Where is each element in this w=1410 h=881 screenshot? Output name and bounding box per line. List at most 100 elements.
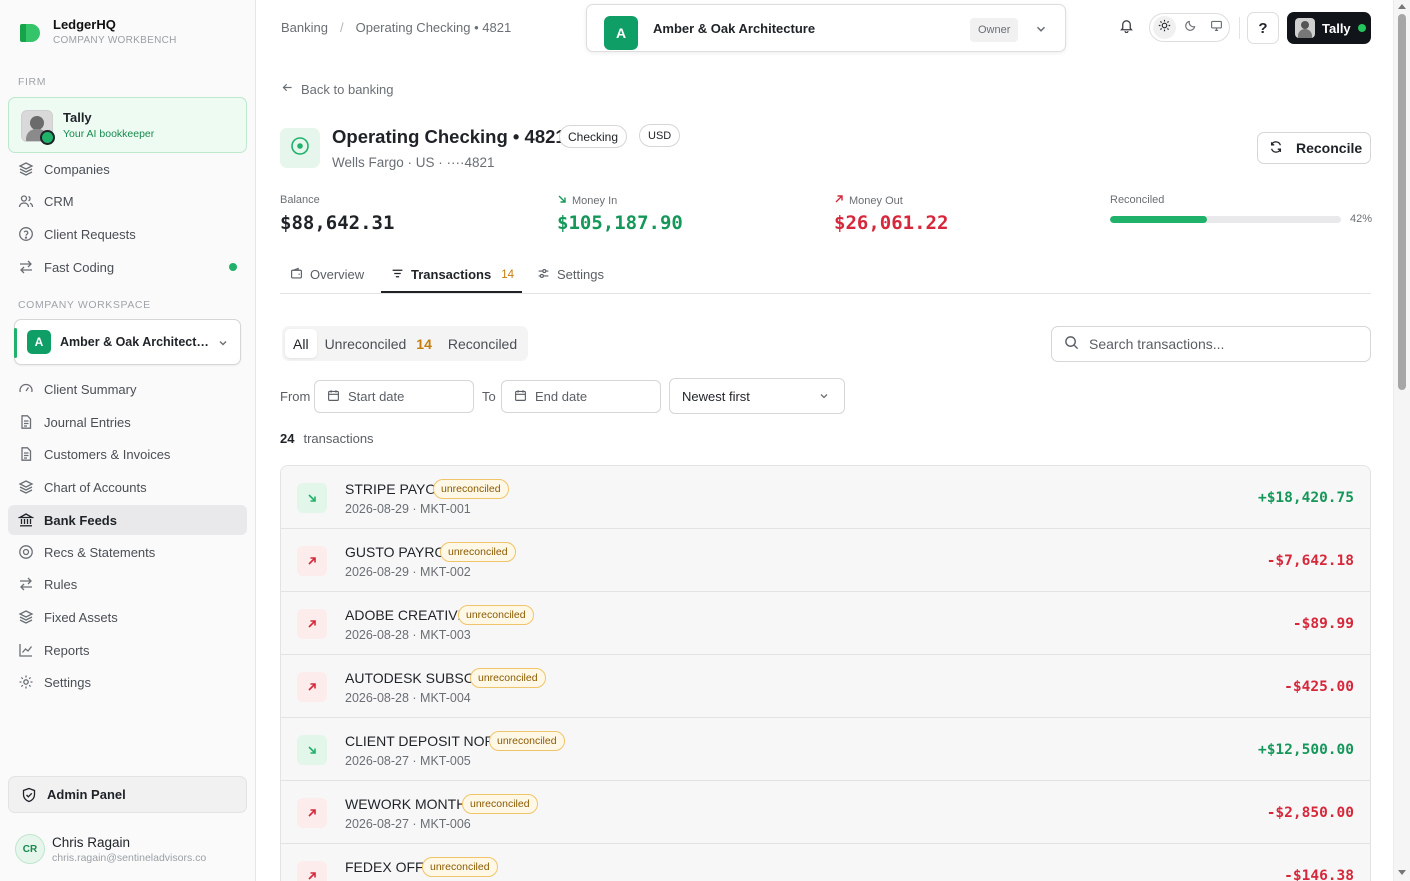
- help-button[interactable]: ?: [1247, 12, 1279, 44]
- sidebar-item-bank-feeds[interactable]: Bank Feeds: [8, 505, 247, 535]
- company-switcher[interactable]: A Amber & Oak Architecture Owner: [586, 4, 1066, 52]
- transaction-meta: 2026-08-28 · MKT-004: [345, 691, 471, 705]
- sort-select[interactable]: Newest first: [669, 378, 845, 414]
- reconciled-progress-fill: [1110, 216, 1208, 223]
- sort-value: Newest first: [682, 388, 750, 404]
- page-title: Operating Checking • 4821: [332, 126, 566, 147]
- arrow-up-right-icon: [297, 546, 327, 576]
- table-row[interactable]: FEDEX OFFICE 1842unreconciled2026-08-26 …: [281, 844, 1370, 881]
- page-scrollbar[interactable]: [1393, 0, 1410, 881]
- reconciled-label: Reconciled: [1110, 194, 1165, 206]
- table-row[interactable]: CLIENT DEPOSIT NORTHSTAR unreconciled 2026…: [281, 718, 1370, 781]
- sidebar-item-client-requests[interactable]: Client Requests: [8, 219, 247, 249]
- back-to-banking-link[interactable]: Back to banking: [281, 81, 394, 97]
- table-row[interactable]: GUSTO PAYROLL 0829 unreconciled 2026-08-29…: [281, 529, 1370, 592]
- breadcrumb-banking[interactable]: Banking: [281, 20, 328, 35]
- sidebar-item-label: Companies: [44, 161, 110, 177]
- table-row[interactable]: STRIPE PAYOUT 0829 unreconciled 2026-08-29…: [281, 466, 1370, 529]
- arrow-up-right-icon: [297, 609, 327, 639]
- sidebar-item-label: Settings: [44, 674, 91, 690]
- sidebar: LedgerHQ COMPANY WORKBENCH FIRM Tally Yo…: [0, 0, 256, 881]
- table-row[interactable]: WEWORK MONTHLY RENT unreconciled 2026-08-2…: [281, 781, 1370, 844]
- status-dot: [229, 263, 237, 271]
- end-date-field[interactable]: End date: [501, 380, 661, 413]
- notifications-button[interactable]: [1113, 15, 1139, 41]
- ledgerhq-logo-icon: [20, 24, 40, 42]
- chevron-down-icon: [818, 390, 830, 405]
- dark-theme-button[interactable]: [1179, 16, 1202, 39]
- sidebar-item-label: Rules: [44, 576, 78, 592]
- account-tabs: Overview Transactions 14 Settings: [280, 256, 1371, 294]
- layers-icon: [18, 609, 34, 625]
- filter-icon: [391, 267, 404, 283]
- tally-avatar: [1295, 18, 1315, 38]
- tab-label: Overview: [310, 267, 365, 282]
- app-subtitle: COMPANY WORKBENCH: [53, 35, 177, 46]
- transaction-amount: -$89.99: [1292, 616, 1354, 632]
- arrows-swap-icon: [18, 259, 34, 275]
- bell-icon: [1119, 18, 1134, 38]
- light-theme-button[interactable]: [1153, 16, 1176, 39]
- tally-assistant-card[interactable]: Tally Your AI bookkeeper: [8, 97, 247, 153]
- sidebar-item-settings[interactable]: Settings: [8, 667, 247, 697]
- transaction-amount: -$7,642.18: [1266, 553, 1354, 569]
- sidebar-item-rules[interactable]: Rules: [8, 569, 247, 599]
- sidebar-item-fast-coding[interactable]: Fast Coding: [8, 252, 247, 282]
- transaction-amount: +$12,500.00: [1257, 742, 1354, 758]
- sidebar-item-companies[interactable]: Companies: [8, 154, 247, 184]
- tally-name: Tally: [63, 110, 92, 125]
- sidebar-item-crm[interactable]: CRM: [8, 186, 247, 216]
- reconcile-button[interactable]: Reconcile: [1257, 132, 1371, 164]
- sidebar-item-fixed-assets[interactable]: Fixed Assets: [8, 602, 247, 632]
- account-icon: [280, 128, 320, 168]
- chart-line-icon: [18, 642, 34, 658]
- admin-panel-button[interactable]: Admin Panel: [8, 776, 247, 813]
- filter-reconciled[interactable]: Reconciled: [440, 329, 525, 358]
- search-input[interactable]: [1089, 336, 1349, 352]
- tally-assistant-button[interactable]: Tally: [1287, 12, 1371, 44]
- back-link-label: Back to banking: [301, 81, 394, 97]
- scroll-up-arrow[interactable]: [1398, 4, 1406, 9]
- status-badge: unreconciled: [489, 731, 565, 751]
- document-icon: [18, 446, 34, 462]
- breadcrumb-separator: /: [339, 20, 344, 35]
- system-theme-button[interactable]: [1205, 16, 1228, 39]
- sidebar-item-chart-of-accounts[interactable]: Chart of Accounts: [8, 472, 247, 502]
- layers-icon: [18, 161, 34, 177]
- filter-unreconciled-label: Unreconciled: [324, 335, 407, 352]
- workspace-section-label: COMPANY WORKSPACE: [18, 299, 151, 311]
- sidebar-item-journal-entries[interactable]: Journal Entries: [8, 407, 247, 437]
- brand[interactable]: LedgerHQ COMPANY WORKBENCH: [20, 17, 177, 48]
- scroll-down-arrow[interactable]: [1398, 870, 1406, 875]
- app-name: LedgerHQ: [53, 17, 116, 32]
- table-row[interactable]: AUTODESK SUBSCRIPTION unreconciled 2026-08…: [281, 655, 1370, 718]
- company-workspace-select[interactable]: A Amber & Oak Architectu...: [14, 319, 241, 365]
- from-label: From: [280, 389, 311, 404]
- sidebar-item-reports[interactable]: Reports: [8, 635, 247, 665]
- scrollbar-thumb[interactable]: [1398, 14, 1406, 390]
- tab-overview[interactable]: Overview: [290, 256, 364, 293]
- table-row[interactable]: ADOBE CREATIVE CLOUD unreconciled 2026-08-…: [281, 592, 1370, 655]
- target-icon: [18, 544, 34, 560]
- user-email: chris.ragain@sentineladvisors.co: [52, 852, 207, 864]
- sidebar-item-recs-statements[interactable]: Recs & Statements: [8, 537, 247, 567]
- currency-tag: USD: [639, 124, 681, 147]
- online-status-dot: [40, 130, 55, 145]
- start-date-placeholder: Start date: [348, 389, 405, 404]
- tab-transactions[interactable]: Transactions 14: [391, 256, 514, 293]
- sidebar-item-client-summary[interactable]: Client Summary: [8, 374, 247, 404]
- money-out-label-text: Money Out: [849, 194, 903, 207]
- filter-all[interactable]: All: [285, 329, 317, 358]
- sidebar-item-customers-invoices[interactable]: Customers & Invoices: [8, 439, 247, 469]
- role-badge: Owner: [970, 18, 1019, 42]
- transaction-meta: 2026-08-28 · MKT-003: [345, 628, 471, 642]
- start-date-field[interactable]: Start date: [314, 380, 474, 413]
- search-box: [1051, 326, 1371, 362]
- tab-settings[interactable]: Settings: [537, 256, 604, 293]
- money-in-label-text: Money In: [572, 194, 618, 207]
- gear-icon: [18, 674, 34, 690]
- filter-unreconciled[interactable]: Unreconciled 14: [317, 329, 440, 358]
- status-badge: unreconciled: [422, 857, 498, 877]
- balance-label: Balance: [280, 194, 320, 206]
- calendar-icon: [514, 389, 527, 405]
